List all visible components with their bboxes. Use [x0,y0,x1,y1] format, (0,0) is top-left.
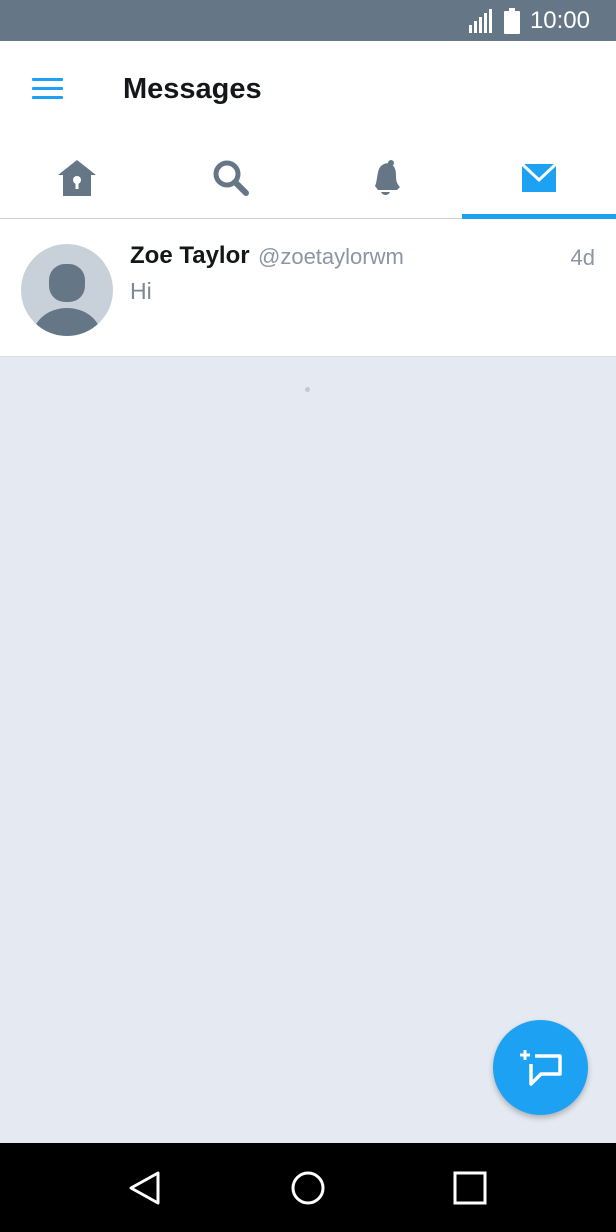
back-triangle-icon [129,1171,160,1205]
conversation-item[interactable]: Zoe Taylor @zoetaylorwm 4d Hi [0,219,616,357]
page-title: Messages [123,73,262,105]
conversation-name: Zoe Taylor [130,242,250,269]
home-button[interactable] [285,1165,331,1211]
tab-messages[interactable] [462,137,616,218]
bell-icon [375,159,400,195]
default-avatar-icon [33,264,101,336]
conversation-list: Zoe Taylor @zoetaylorwm 4d Hi [0,219,616,357]
new-message-icon [519,1049,562,1086]
tab-home[interactable] [0,137,154,218]
status-indicators: 10:00 [468,7,590,35]
recents-button[interactable] [447,1165,493,1211]
hamburger-menu-icon [32,78,63,99]
menu-button[interactable] [32,77,64,101]
battery-icon [503,8,520,34]
status-time: 10:00 [529,7,590,34]
signal-icon [468,9,492,33]
home-circle-icon [291,1171,325,1205]
status-bar: 10:00 [0,0,616,41]
avatar [21,244,113,336]
envelope-icon [520,162,558,192]
tab-bar [0,137,616,219]
tab-search[interactable] [154,137,308,218]
app-bar: Messages [0,41,616,137]
conversation-time: 4d [570,245,595,270]
new-message-button[interactable] [493,1020,588,1115]
search-icon [213,160,249,196]
conversation-preview: Hi [130,278,152,304]
loading-indicator [305,387,310,392]
tab-notifications[interactable] [308,137,462,218]
recents-square-icon [453,1171,487,1205]
system-nav-bar [0,1143,616,1232]
back-button[interactable] [122,1165,168,1211]
home-icon [58,159,96,196]
conversation-handle: @zoetaylorwm [258,244,404,269]
